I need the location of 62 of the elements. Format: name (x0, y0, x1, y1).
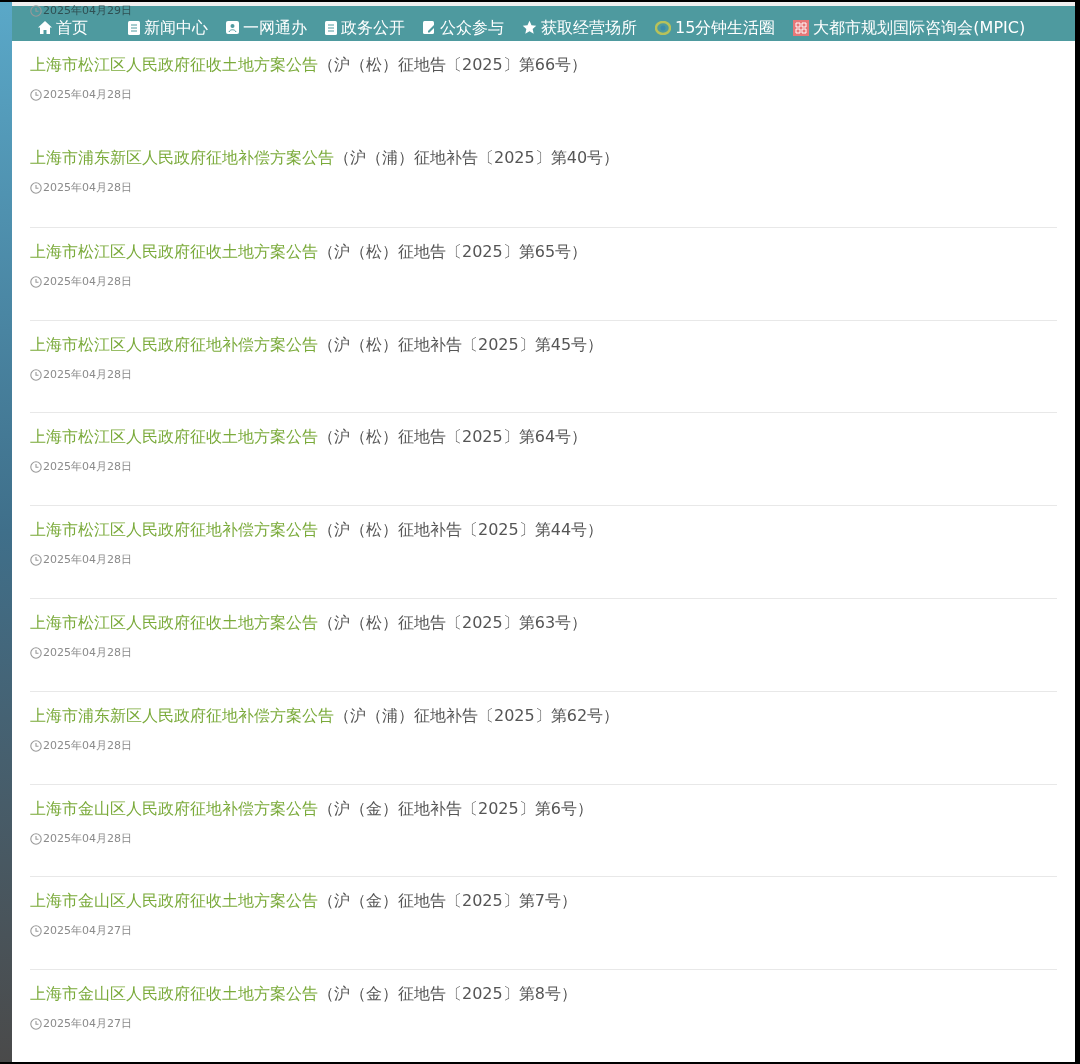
edit-icon (423, 21, 436, 35)
notice-number: （沪（金）征地告〔2025〕第8号） (318, 983, 577, 1006)
nav-link[interactable]: 政务公开 (325, 19, 405, 36)
notice-number: （沪（松）征地补告〔2025〕第44号） (318, 519, 604, 542)
notice-link[interactable]: 上海市浦东新区人民政府征地补偿方案公告 (30, 703, 334, 728)
notice-link[interactable]: 上海市金山区人民政府征地补偿方案公告 (30, 796, 318, 821)
date-text: 2025年04月28日 (43, 88, 132, 103)
notice-link[interactable]: 上海市松江区人民政府征收土地方案公告 (30, 425, 318, 450)
notice-link[interactable]: 上海市金山区人民政府征收土地方案公告 (30, 982, 318, 1007)
document-icon (325, 20, 337, 35)
date-text: 2025年04月28日 (43, 646, 132, 660)
star-icon (522, 20, 537, 36)
notice-link[interactable]: 上海市松江区人民政府征收土地方案公告 (30, 611, 318, 635)
nav-link[interactable]: 新闻中心 (128, 19, 208, 36)
home-icon (38, 21, 52, 35)
notice-link[interactable]: 上海市松江区人民政府征收土地方案公告 (30, 239, 318, 264)
date-text: 2025年04月28日 (43, 460, 132, 475)
notice-number: （沪（金）征地告〔2025〕第7号） (318, 890, 577, 913)
date-text: 2025年04月28日 (43, 274, 132, 289)
clock-icon (30, 368, 42, 381)
notice-number: （沪（松）征地告〔2025〕第65号） (318, 240, 588, 263)
nav-link[interactable]: 一网通办 (226, 19, 307, 36)
date-text: 2025年04月27日 (43, 924, 132, 939)
ring-icon (655, 20, 671, 35)
notice-number: （沪（松）征地告〔2025〕第64号） (318, 426, 588, 449)
id-card-icon (226, 21, 239, 35)
notice-number: （沪（浦）征地补告〔2025〕第62号） (334, 704, 620, 727)
nav-link[interactable]: 公众参与 (423, 19, 504, 36)
date-text: 2025年04月28日 (43, 553, 132, 568)
notice-number: （沪（金）征地补告〔2025〕第6号） (318, 797, 593, 820)
date-text: 2025年04月28日 (43, 738, 132, 753)
clock-icon (30, 4, 42, 17)
date-text: 2025年04月27日 (43, 1017, 132, 1032)
notice-number: （沪（松）征地告〔2025〕第66号） (318, 54, 588, 77)
nav-link[interactable]: 大都市规划国际咨询会(MPIC) (793, 19, 1026, 36)
seal-icon (793, 19, 810, 36)
nav-link[interactable]: 15分钟生活圈 (655, 19, 776, 36)
clock-icon (30, 182, 42, 195)
clock-icon (30, 925, 42, 938)
clock-icon (30, 89, 42, 102)
date-text: 2025年04月28日 (43, 181, 132, 196)
nav-link[interactable]: 首页 (38, 19, 88, 36)
notice-number: （沪（浦）征地补告〔2025〕第40号） (334, 147, 620, 170)
notice-link[interactable]: 上海市松江区人民政府征地补偿方案公告 (30, 332, 318, 357)
clock-icon (30, 739, 42, 752)
notice-number: （沪（松）征地补告〔2025〕第45号） (318, 333, 604, 356)
document-icon (128, 20, 140, 35)
clock-icon (30, 461, 42, 474)
clock-icon (30, 554, 42, 567)
clock-icon (30, 832, 42, 845)
nav-link[interactable]: 获取经营场所 (522, 19, 637, 36)
notice-link[interactable]: 上海市浦东新区人民政府征地补偿方案公告 (30, 146, 334, 171)
date-text: 2025年04月28日 (43, 367, 132, 382)
notice-link[interactable]: 上海市松江区人民政府征地补偿方案公告 (30, 518, 318, 543)
clock-icon (30, 275, 42, 288)
date-text: 2025年04月28日 (43, 831, 132, 846)
date-text: 2025年04月29日 (43, 4, 132, 17)
clock-icon (30, 647, 42, 659)
notice-link[interactable]: 上海市松江区人民政府征收土地方案公告 (30, 53, 318, 78)
notice-link[interactable]: 上海市金山区人民政府征收土地方案公告 (30, 889, 318, 914)
clock-icon (30, 1018, 42, 1031)
notice-number: （沪（松）征地告〔2025〕第63号） (318, 612, 588, 634)
